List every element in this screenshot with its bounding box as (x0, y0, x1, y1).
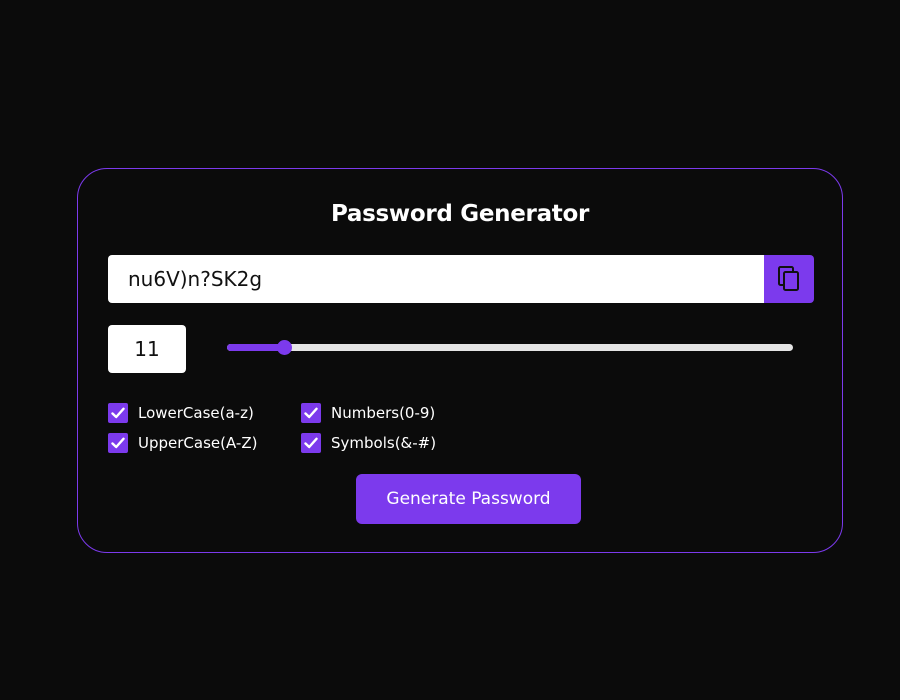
length-slider-fill (227, 344, 284, 351)
generate-password-button[interactable]: Generate Password (356, 474, 581, 524)
password-row (108, 255, 814, 303)
option-lowercase[interactable]: LowerCase(a-z) (108, 403, 254, 423)
option-numbers[interactable]: Numbers(0-9) (301, 403, 435, 423)
password-generator-card: Password Generator LowerCase(a (77, 168, 843, 553)
check-icon (304, 407, 318, 419)
option-symbols[interactable]: Symbols(&-#) (301, 433, 436, 453)
copy-icon (777, 265, 801, 293)
symbols-label: Symbols(&-#) (331, 434, 437, 452)
uppercase-checkbox[interactable] (108, 433, 128, 453)
numbers-label: Numbers(0-9) (331, 404, 436, 422)
length-input[interactable] (108, 325, 186, 373)
uppercase-label: UpperCase(A-Z) (138, 434, 258, 452)
lowercase-label: LowerCase(a-z) (138, 404, 254, 422)
check-icon (304, 437, 318, 449)
symbols-checkbox[interactable] (301, 433, 321, 453)
check-icon (111, 437, 125, 449)
password-output-field[interactable] (108, 255, 764, 303)
length-slider-thumb[interactable] (276, 340, 292, 355)
length-row (108, 325, 814, 373)
app-title: Password Generator (330, 201, 590, 227)
lowercase-checkbox[interactable] (108, 403, 128, 423)
copy-button[interactable] (764, 255, 814, 303)
option-uppercase[interactable]: UpperCase(A-Z) (108, 433, 257, 453)
check-icon (111, 407, 125, 419)
numbers-checkbox[interactable] (301, 403, 321, 423)
options-group: LowerCase(a-z) Numbers(0-9) UpperCase(A-… (108, 403, 508, 463)
length-slider[interactable] (227, 340, 793, 355)
